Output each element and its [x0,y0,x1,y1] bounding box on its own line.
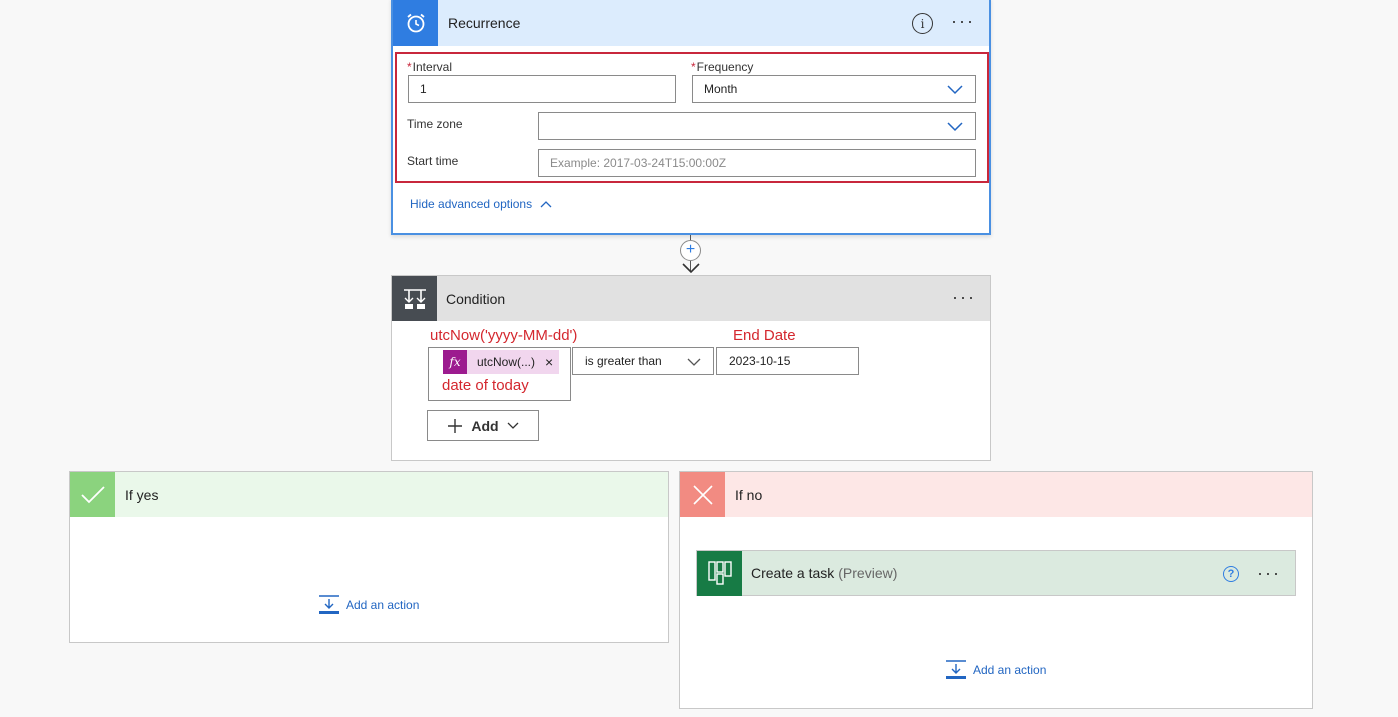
frequency-dropdown[interactable]: Month [692,75,976,103]
planner-icon [697,550,742,596]
expression-token[interactable]: fx utcNow(...) × [443,350,560,374]
start-time-input[interactable]: Example: 2017-03-24T15:00:00Z [538,149,976,177]
insert-step-button[interactable]: + [680,240,701,261]
if-no-header[interactable]: If no [680,472,1312,517]
add-action-button-yes[interactable]: Add an action [318,595,419,615]
add-condition-button[interactable]: Add [427,410,539,441]
alarm-clock-icon [393,0,438,46]
help-icon[interactable]: ? [1223,566,1239,582]
more-options-icon[interactable]: ··· [951,12,975,30]
more-options-icon[interactable]: ··· [1257,564,1281,582]
if-yes-header[interactable]: If yes [70,472,668,517]
close-icon [680,472,725,517]
operator-value: is greater than [585,354,662,368]
interval-input[interactable]: 1 [408,75,676,103]
today-annotation: date of today [442,377,529,394]
time-zone-dropdown[interactable] [538,112,976,140]
recurrence-fields: *Interval 1 *Frequency Month Time zone S… [395,52,989,183]
arrow-down-icon [682,263,700,274]
chevron-down-icon [947,122,963,132]
checkmark-icon [70,472,115,517]
recurrence-card[interactable]: Recurrence i ··· *Interval 1 *Frequency … [391,0,991,235]
function-icon: fx [443,350,467,374]
operator-dropdown[interactable]: is greater than [572,347,714,375]
frequency-label: *Frequency [691,60,754,74]
chevron-down-icon [947,85,963,95]
add-action-icon [319,595,339,614]
add-action-label: Add an action [346,598,420,612]
chevron-down-icon [687,358,701,366]
add-action-icon [946,660,966,679]
end-date-annotation: End Date [733,327,796,344]
chevron-up-icon [540,201,552,208]
add-label: Add [471,417,499,434]
chevron-down-icon [507,422,519,429]
condition-left-operand[interactable]: fx utcNow(...) × date of today [428,347,571,401]
if-no-branch: If no Create a task (Preview) ? ··· Add a… [679,471,1313,709]
preview-label: (Preview) [838,565,898,581]
task-title: Create a task [751,565,835,581]
remove-token-icon[interactable]: × [545,354,553,370]
add-action-label: Add an action [973,663,1047,677]
hide-advanced-label: Hide advanced options [410,197,533,211]
if-yes-branch: If yes Add an action [69,471,669,643]
condition-header[interactable]: Condition ··· [392,276,990,321]
recurrence-header[interactable]: Recurrence i ··· [393,0,989,46]
plus-icon [448,418,463,433]
add-action-button-no[interactable]: Add an action [945,660,1046,680]
more-options-icon[interactable]: ··· [952,288,976,306]
create-task-action[interactable]: Create a task (Preview) ? ··· [696,550,1296,596]
condition-card[interactable]: Condition ··· utcNow('yyyy-MM-dd') End D… [391,275,991,461]
info-icon[interactable]: i [912,13,933,34]
condition-icon [392,276,437,321]
recurrence-title: Recurrence [448,15,521,31]
expression-annotation: utcNow('yyyy-MM-dd') [430,327,578,344]
hide-advanced-options-link[interactable]: Hide advanced options [410,197,552,211]
start-time-label: Start time [407,154,459,168]
frequency-value: Month [704,82,738,96]
if-yes-title: If yes [125,486,159,503]
interval-label: *Interval [407,60,453,74]
token-label: utcNow(...) [477,355,536,369]
condition-right-operand[interactable]: 2023-10-15 [716,347,859,375]
condition-title: Condition [446,290,506,307]
if-no-title: If no [735,486,763,503]
time-zone-label: Time zone [407,117,463,131]
